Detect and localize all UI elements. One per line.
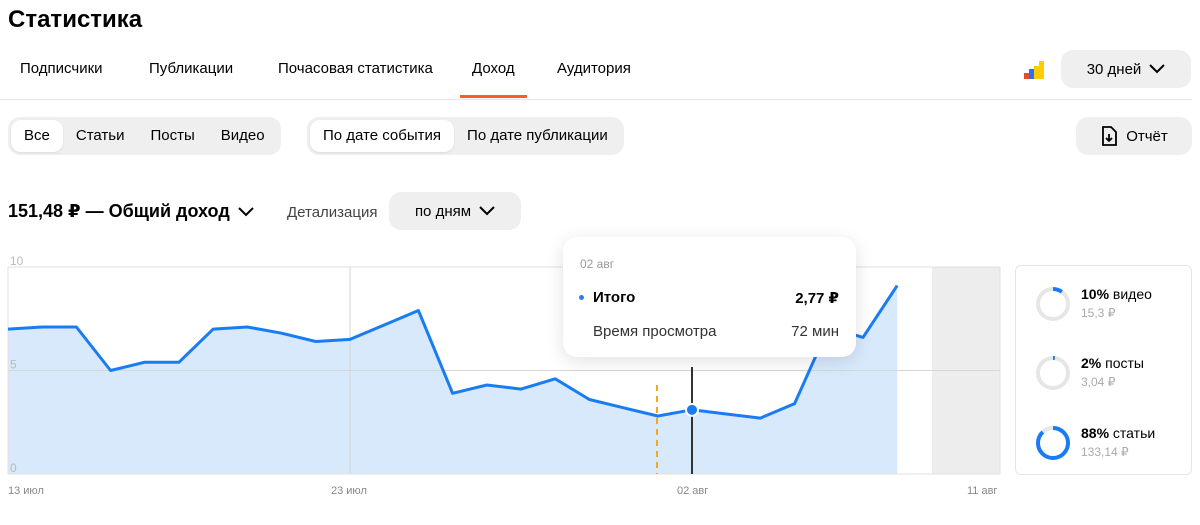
data-point: [622, 406, 626, 410]
tooltip-watch-time-label: Время просмотра: [593, 323, 717, 340]
filter-by-publication-date[interactable]: По дате публикации: [454, 120, 621, 152]
data-point: [382, 323, 386, 327]
period-label: 30 дней: [1086, 60, 1142, 78]
data-point: [6, 327, 10, 331]
breakdown-articles: 88% статьи 133,14 ₽: [1035, 423, 1185, 463]
tooltip-total-value: 2,77 ₽: [795, 290, 839, 307]
data-point: [280, 331, 284, 335]
breakdown-video-name: видео: [1112, 286, 1152, 302]
data-point: [861, 335, 865, 339]
x-tick-label: 23 июл: [331, 485, 367, 497]
data-point: [758, 416, 762, 420]
tab-hourly-stats[interactable]: Почасовая статистика: [278, 60, 433, 77]
breakdown-posts-name: посты: [1105, 355, 1144, 371]
data-point: [587, 397, 591, 401]
data-point: [314, 340, 318, 344]
tooltip-total-label: Итого: [593, 289, 636, 306]
y-tick-label: 0: [10, 461, 17, 475]
detail-value: по дням: [414, 202, 472, 220]
data-point: [177, 360, 181, 364]
total-income: 151,48 ₽ — Общий доход: [8, 201, 230, 221]
x-tick-label: 02 авг: [677, 485, 708, 497]
tooltip-watch-time-value: 72 мин: [791, 323, 839, 340]
data-point: [40, 325, 44, 329]
tab-subscribers[interactable]: Подписчики: [20, 60, 103, 77]
data-point: [485, 383, 489, 387]
breakdown-posts-amount: 3,04 ₽: [1081, 375, 1116, 389]
data-point: [109, 369, 113, 373]
data-point: [553, 377, 557, 381]
x-tick-label: 11 авг: [967, 485, 997, 497]
tab-income[interactable]: Доход: [460, 60, 527, 98]
filter-posts[interactable]: Посты: [137, 120, 207, 152]
highlight-point: [685, 402, 699, 417]
data-point: [793, 402, 797, 406]
chevron-down-icon: [238, 206, 254, 216]
series-dot: [579, 295, 584, 300]
tooltip-date: 02 авг: [580, 257, 615, 271]
detail-dropdown[interactable]: по дням: [389, 192, 521, 230]
y-tick-label: 5: [10, 358, 17, 372]
breakdown-posts-pct: 2%: [1081, 355, 1102, 371]
data-point: [348, 337, 352, 341]
tab-audience[interactable]: Аудитория: [557, 60, 631, 77]
breakdown-video: 10% видео 15,3 ₽: [1035, 284, 1185, 324]
detail-label: Детализация: [287, 204, 378, 221]
tab-bar: Подписчики Публикации Почасовая статисти…: [0, 50, 1192, 100]
data-point: [211, 327, 215, 331]
income-breakdown: 10% видео 15,3 ₽ 2% посты 3,04 ₽ 88% ста…: [1015, 265, 1192, 475]
content-filter: Все Статьи Посты Видео: [8, 117, 281, 155]
chevron-down-icon: [479, 206, 495, 216]
filter-by-event-date[interactable]: По дате события: [310, 120, 455, 152]
tab-publications[interactable]: Публикации: [149, 60, 233, 77]
data-point: [245, 325, 249, 329]
breakdown-articles-name: статьи: [1112, 425, 1156, 441]
chevron-down-icon: [1149, 64, 1166, 74]
breakdown-posts: 2% посты 3,04 ₽: [1035, 353, 1185, 393]
total-income-dropdown[interactable]: 151,48 ₽ — Общий доход: [8, 201, 254, 222]
report-button[interactable]: Отчёт: [1076, 117, 1192, 155]
y-tick-label: 10: [10, 254, 24, 268]
bar-chart-icon[interactable]: [1024, 61, 1044, 79]
breakdown-articles-amount: 133,14 ₽: [1081, 445, 1129, 459]
data-point: [895, 284, 899, 288]
breakdown-video-amount: 15,3 ₽: [1081, 306, 1116, 320]
filter-articles[interactable]: Статьи: [63, 120, 138, 152]
filter-video[interactable]: Видео: [208, 120, 278, 152]
data-point: [74, 325, 78, 329]
data-point: [519, 387, 523, 391]
x-tick-label: 13 июл: [8, 485, 44, 497]
data-point: [143, 360, 147, 364]
data-point: [451, 391, 455, 395]
data-point: [416, 308, 420, 312]
chart-tooltip: 02 авг Итого 2,77 ₽ Время просмотра 72 м…: [563, 237, 856, 357]
report-label: Отчёт: [1126, 127, 1168, 145]
page-title: Статистика: [8, 6, 143, 33]
filter-all[interactable]: Все: [11, 120, 63, 152]
donut-track: [1036, 287, 1070, 321]
donut-track: [1036, 356, 1070, 390]
donut-icon: [1036, 426, 1070, 460]
donut-icon: [1036, 287, 1070, 321]
document-download-icon: [1102, 126, 1118, 146]
period-dropdown[interactable]: 30 дней: [1061, 50, 1191, 88]
data-point: [656, 414, 660, 418]
date-filter: По дате события По дате публикации: [307, 117, 624, 155]
breakdown-articles-pct: 88%: [1081, 425, 1110, 441]
donut-fill: [1036, 426, 1070, 460]
donut-icon: [1036, 356, 1070, 390]
data-point: [724, 412, 728, 416]
breakdown-video-pct: 10%: [1081, 286, 1110, 302]
